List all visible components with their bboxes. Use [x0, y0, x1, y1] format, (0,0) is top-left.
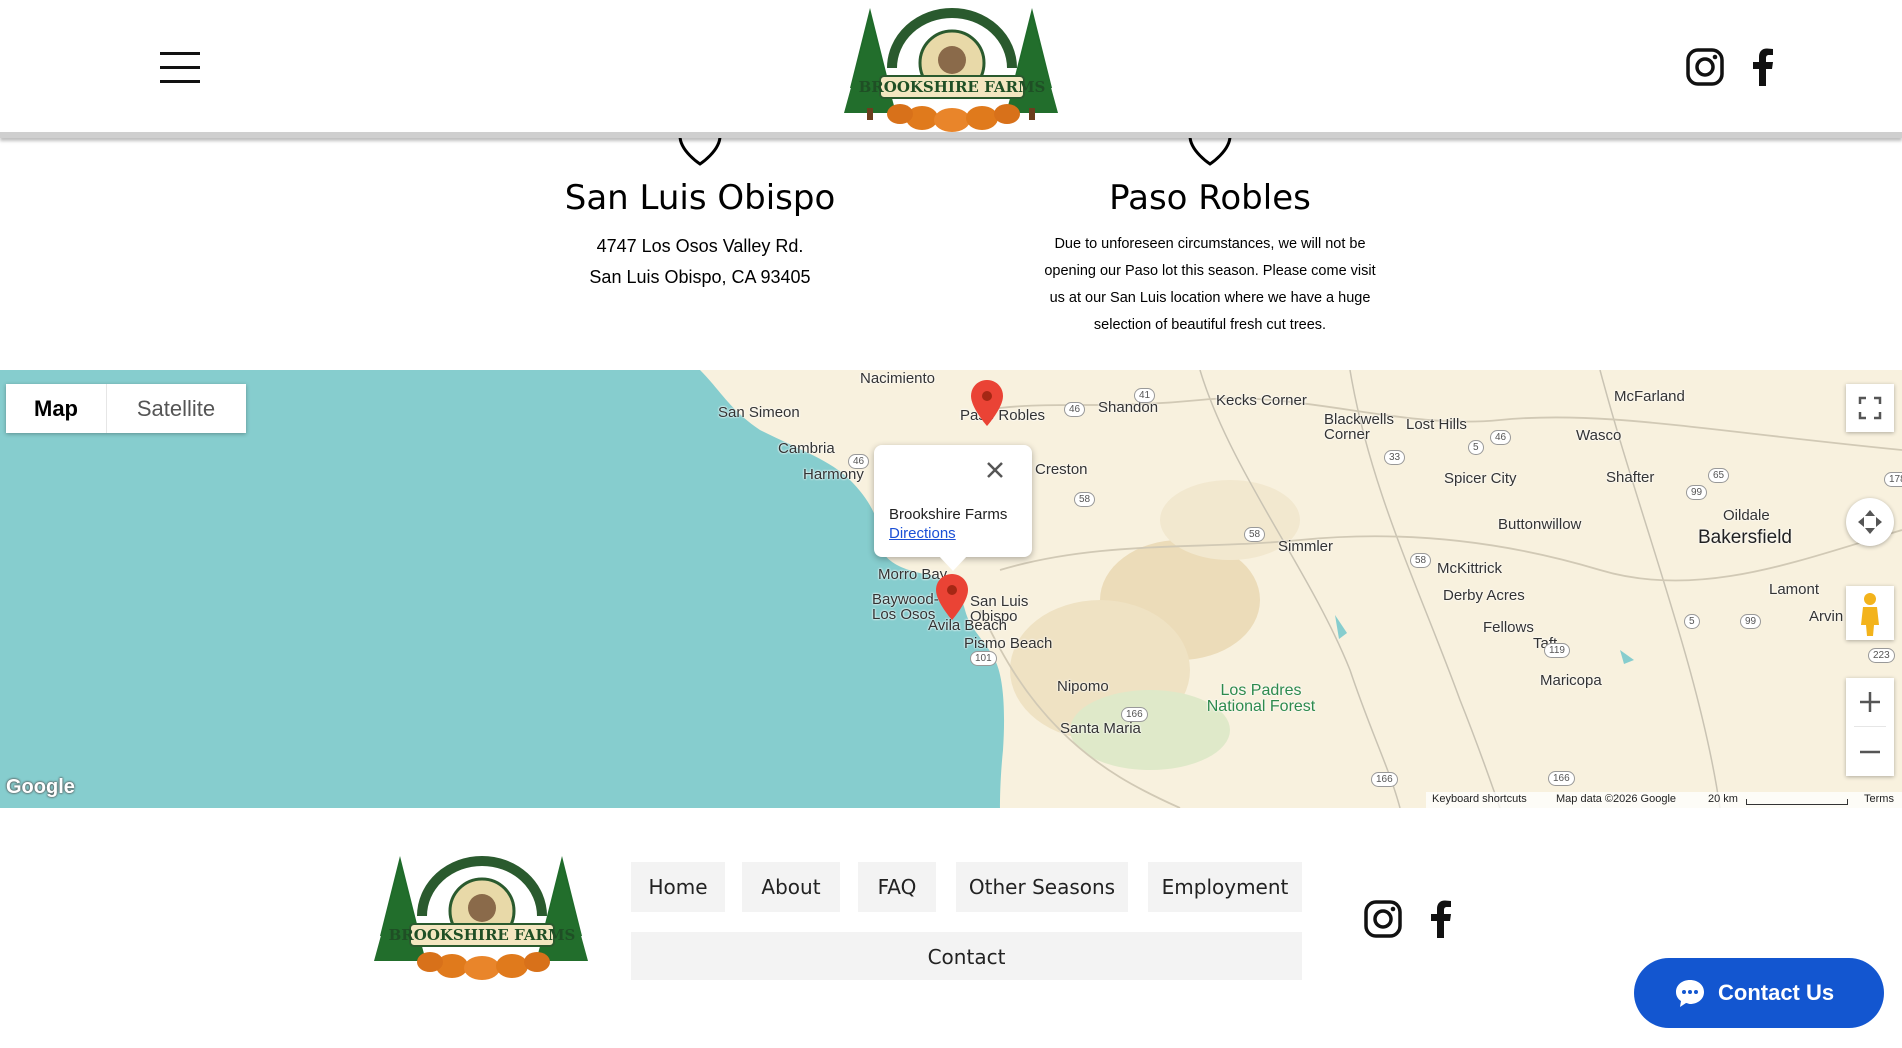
location-address-line: San Luis Obispo, CA 93405	[589, 267, 811, 287]
site-header: BROOKSHIRE FARMS	[0, 0, 1902, 138]
map-place-label: Arvin	[1809, 608, 1844, 625]
map-data-attribution: Map data ©2026 Google	[1556, 793, 1677, 805]
instagram-icon[interactable]	[1686, 48, 1724, 86]
location-title-san-luis-obispo: San Luis Obispo	[564, 178, 836, 218]
street-view-pegman-icon[interactable]	[1846, 586, 1894, 640]
facebook-icon[interactable]	[1430, 900, 1452, 943]
contact-us-chat-button[interactable]: Contact Us	[1634, 958, 1884, 1028]
map-place-label: Bakersfield	[1698, 527, 1792, 548]
nav-employment[interactable]: Employment	[1148, 862, 1302, 912]
hamburger-menu-icon[interactable]	[160, 52, 202, 84]
zoom-controls	[1846, 678, 1894, 776]
map-place-label: Wasco	[1576, 427, 1622, 444]
map-place-label: Simmler	[1278, 538, 1333, 555]
route-shield: 5	[1684, 614, 1700, 629]
logo-banner-text: BROOKSHIRE FARMS	[859, 78, 1046, 96]
footer-logo[interactable]: BROOKSHIRE FARMS	[372, 856, 592, 980]
route-shield: 46	[1490, 430, 1512, 445]
route-shield: 178	[1884, 472, 1902, 487]
chat-bubble-icon	[1674, 978, 1706, 1014]
map-place-label: McFarland	[1614, 388, 1685, 405]
keyboard-shortcuts-link[interactable]: Keyboard shortcuts	[1432, 793, 1527, 805]
map-place-label: San Simeon	[718, 404, 800, 421]
tab-satellite[interactable]: Satellite	[106, 384, 246, 433]
tab-map[interactable]: Map	[6, 384, 107, 433]
map-place-label: Lost Hills	[1406, 416, 1467, 433]
map-type-toggle: Map Satellite	[6, 384, 246, 433]
close-icon[interactable]	[984, 459, 1006, 481]
route-shield: 58	[1244, 527, 1266, 542]
camera-control-button[interactable]	[1846, 498, 1894, 546]
route-shield: 119	[1544, 643, 1570, 658]
map-place-label: Fellows	[1483, 619, 1534, 636]
map-marker-san-luis-obispo[interactable]	[936, 574, 968, 625]
location-notice-line: opening our Paso lot this season. Please…	[1044, 263, 1376, 279]
instagram-icon[interactable]	[1364, 900, 1402, 943]
map-place-label: Pismo Beach	[964, 635, 1053, 652]
route-shield: 5	[1468, 440, 1484, 455]
route-shield: 41	[1134, 388, 1156, 403]
map-place-label: McKittrick	[1437, 560, 1502, 577]
zoom-in-button[interactable]	[1846, 678, 1894, 726]
zoom-out-button[interactable]	[1846, 728, 1894, 776]
route-shield: 166	[1548, 771, 1575, 786]
map-place-label: Nacimiento	[860, 370, 936, 387]
nav-contact[interactable]: Contact	[631, 932, 1302, 980]
map-place-label: Creston	[1035, 461, 1088, 478]
google-map[interactable]: Map Satellite Nacimiento San Simeon Paso…	[0, 370, 1902, 808]
location-address-line: 4747 Los Osos Valley Rd.	[596, 236, 804, 256]
map-place-label: Derby Acres	[1443, 587, 1525, 604]
route-shield: 99	[1686, 485, 1708, 500]
route-shield: 166	[1371, 772, 1398, 787]
route-shield: 65	[1708, 468, 1730, 483]
contact-us-label: Contact Us	[1718, 980, 1835, 1005]
scale-label[interactable]: 20 km	[1708, 793, 1738, 805]
nav-home[interactable]: Home	[631, 862, 725, 912]
scale-bar	[1746, 799, 1848, 805]
google-logo[interactable]: Google	[6, 776, 75, 799]
nav-about[interactable]: About	[742, 862, 840, 912]
route-shield: 33	[1384, 450, 1406, 465]
facebook-icon[interactable]	[1752, 48, 1774, 86]
header-logo[interactable]: BROOKSHIRE FARMS	[842, 8, 1062, 132]
map-place-label: Oildale	[1723, 507, 1770, 524]
route-shield: 166	[1121, 707, 1148, 722]
terms-link[interactable]: Terms	[1864, 793, 1894, 805]
location-notice-line: selection of beautiful fresh cut trees.	[1093, 317, 1327, 333]
directions-link[interactable]: Directions	[889, 525, 956, 542]
location-notice-line: us at our San Luis location where we hav…	[1049, 290, 1371, 306]
route-shield: 58	[1074, 492, 1096, 507]
map-place-label: Cambria	[778, 440, 835, 457]
route-shield: 58	[1410, 553, 1432, 568]
map-place-label: Maricopa	[1540, 672, 1602, 689]
route-shield: 99	[1740, 614, 1762, 629]
map-place-label: Spicer City	[1444, 470, 1517, 487]
route-shield: 46	[1064, 402, 1086, 417]
map-place-label: Los Padres National Forest	[1206, 682, 1316, 715]
map-place-label: Santa Maria	[1060, 720, 1141, 737]
map-place-label: Buttonwillow	[1498, 516, 1582, 533]
map-place-label: Lamont	[1769, 581, 1820, 598]
route-shield: 223	[1868, 648, 1895, 663]
nav-faq[interactable]: FAQ	[858, 862, 936, 912]
route-shield: 101	[970, 651, 997, 666]
map-place-label: Shafter	[1606, 469, 1655, 486]
info-window-title: Brookshire Farms	[889, 506, 1008, 523]
nav-other-seasons[interactable]: Other Seasons	[956, 862, 1128, 912]
map-marker-paso-robles[interactable]	[971, 380, 1003, 431]
location-notice-line: Due to unforeseen circumstances, we will…	[1054, 236, 1366, 252]
route-shield: 46	[848, 454, 870, 469]
map-place-label: Blackwells Corner	[1324, 411, 1395, 443]
logo-banner-text: BROOKSHIRE FARMS	[389, 926, 576, 944]
fullscreen-button[interactable]	[1846, 384, 1894, 432]
location-title-paso-robles: Paso Robles	[1109, 178, 1311, 218]
map-info-window: Brookshire Farms Directions	[874, 445, 1032, 571]
map-place-label: Nipomo	[1057, 678, 1109, 695]
map-place-label: Kecks Corner	[1216, 392, 1307, 409]
